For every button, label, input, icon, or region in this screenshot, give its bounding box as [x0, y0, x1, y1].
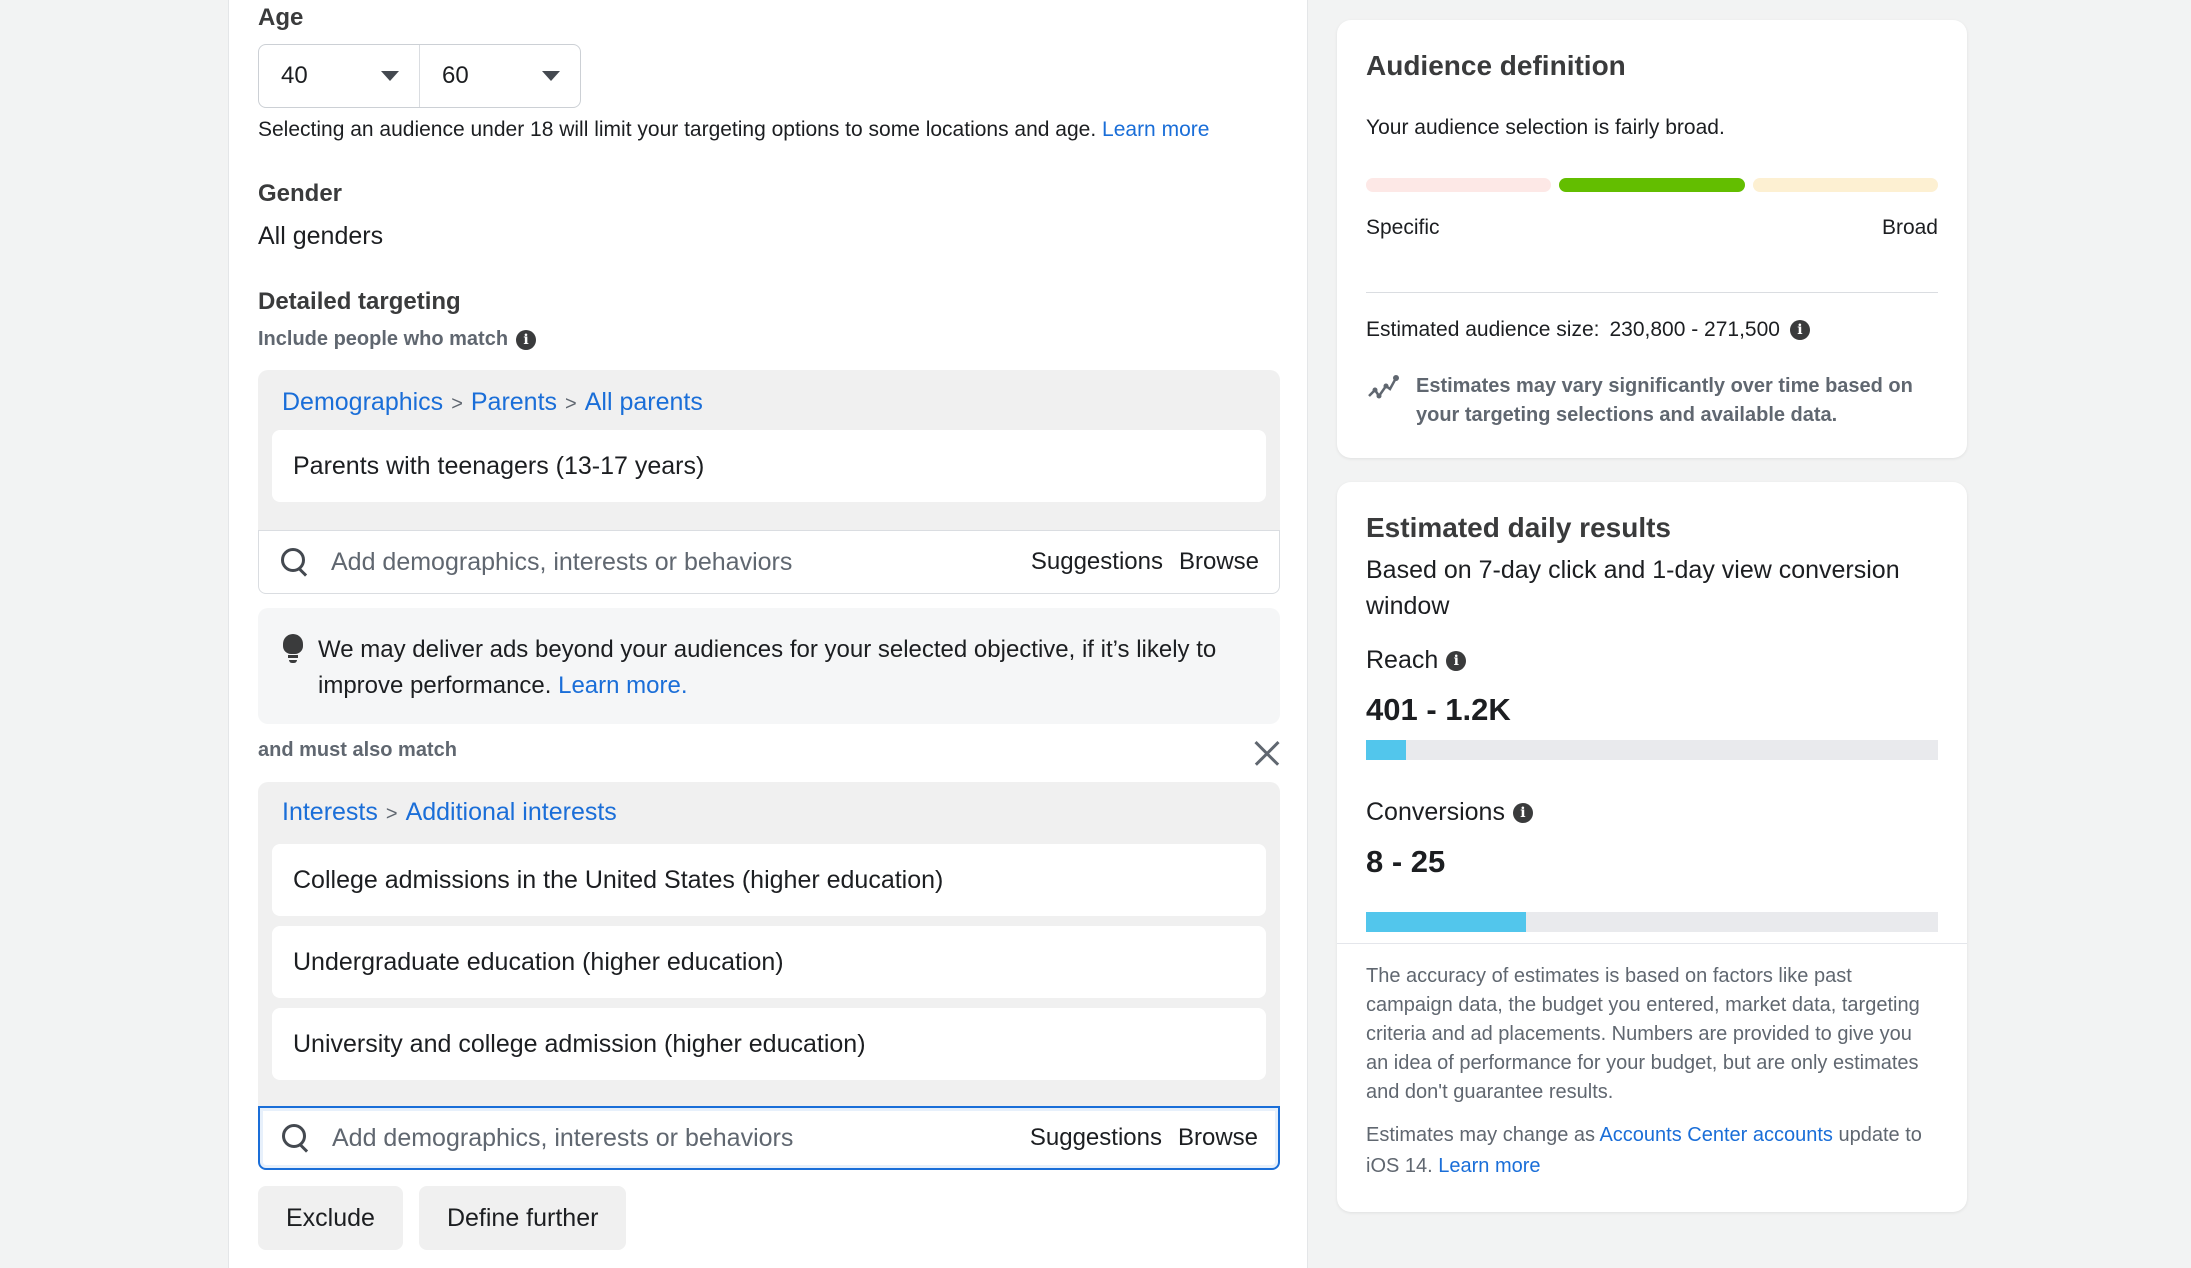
meter-label-broad: Broad: [1881, 216, 1938, 239]
divider: [1366, 292, 1938, 293]
reach-bar: [1366, 740, 1938, 760]
targeting-item[interactable]: Undergraduate education (higher educatio…: [272, 926, 1266, 998]
lightbulb-icon: [282, 634, 304, 666]
conversions-label-text: Conversions: [1366, 798, 1505, 826]
conversions-value: 8 - 25: [1366, 844, 1446, 879]
estimate-variance-note: Estimates may vary significantly over ti…: [1366, 372, 1938, 430]
suggestions-button[interactable]: Suggestions: [1030, 1124, 1162, 1152]
audience-definition-title: Audience definition: [1366, 50, 1626, 81]
age-max-select[interactable]: 60: [419, 45, 580, 107]
daily-results-title: Estimated daily results: [1366, 512, 1672, 543]
audience-size-value: 230,800 - 271,500: [1609, 318, 1780, 341]
targeting-item[interactable]: Parents with teenagers (13-17 years): [272, 430, 1266, 502]
targeting-search-bar: Suggestions Browse: [258, 530, 1280, 594]
breadcrumb-separator: >: [565, 393, 577, 415]
detailed-targeting-label: Detailed targeting: [258, 288, 461, 315]
info-icon[interactable]: i: [516, 329, 537, 350]
info-icon[interactable]: i: [1512, 802, 1533, 823]
include-match-text: Include people who match: [258, 328, 509, 350]
age-note-text: Selecting an audience under 18 will limi…: [258, 118, 1097, 141]
targeting-search-bar-focused: Suggestions Browse: [258, 1106, 1280, 1170]
must-also-match-label: and must also match: [258, 739, 457, 761]
conversions-label: Conversions i: [1366, 798, 1938, 827]
breadcrumb: Demographics > Parents > All parents: [282, 388, 703, 417]
breadcrumb-all-parents[interactable]: All parents: [585, 388, 703, 417]
tip-learn-more-link[interactable]: Learn more.: [558, 672, 687, 699]
breadcrumb-parents[interactable]: Parents: [471, 388, 557, 417]
reach-label-text: Reach: [1366, 646, 1439, 674]
breadcrumb-demographics[interactable]: Demographics: [282, 388, 443, 417]
age-learn-more-link[interactable]: Learn more: [1102, 118, 1209, 141]
suggestions-button[interactable]: Suggestions: [1031, 548, 1163, 576]
info-icon[interactable]: i: [1789, 320, 1810, 340]
ios-learn-more-link[interactable]: Learn more: [1438, 1155, 1540, 1177]
audience-breadth-meter: [1366, 178, 1938, 192]
audience-size-label: Estimated audience size:: [1366, 318, 1600, 341]
tip-text: We may deliver ads beyond your audiences…: [318, 632, 1260, 724]
estimated-daily-results-card: Estimated daily results Based on 7-day c…: [1337, 482, 1967, 1212]
ios-note-prefix: Estimates may change as: [1366, 1124, 1595, 1146]
age-max-value: 60: [442, 62, 469, 89]
age-note: Selecting an audience under 18 will limi…: [258, 118, 1209, 142]
gender-value[interactable]: All genders: [258, 222, 1280, 251]
targeting-item[interactable]: College admissions in the United States …: [272, 844, 1266, 916]
conversions-bar-fill: [1366, 912, 1527, 932]
estimated-audience-size: Estimated audience size: 230,800 - 271,5…: [1366, 318, 1938, 342]
breadcrumb-separator: >: [451, 393, 463, 415]
search-icon: [282, 1124, 310, 1152]
breadcrumb-additional-interests[interactable]: Additional interests: [406, 798, 617, 827]
audience-definition-card: Audience definition Your audience select…: [1337, 20, 1967, 458]
targeting-group-narrow: Interests > Additional interests College…: [258, 782, 1280, 1107]
age-min-select[interactable]: 40: [259, 45, 419, 107]
targeting-search-input[interactable]: [332, 1123, 1014, 1153]
accuracy-disclaimer: The accuracy of estimates is based on fa…: [1366, 965, 1920, 1103]
reach-label: Reach i: [1366, 646, 1938, 675]
breadcrumb: Interests > Additional interests: [282, 798, 617, 827]
meter-labels: Specific Broad: [1366, 216, 1938, 240]
exclude-button[interactable]: Exclude: [258, 1186, 403, 1250]
meter-label-specific: Specific: [1366, 216, 1440, 239]
breadcrumb-separator: >: [385, 803, 398, 825]
define-further-button[interactable]: Define further: [418, 1186, 627, 1250]
age-label: Age: [258, 4, 304, 31]
targeting-group-include: Demographics > Parents > All parents Par…: [258, 370, 1280, 530]
chevron-down-icon: [542, 71, 560, 81]
search-icon: [281, 548, 309, 576]
trend-line-icon: [1368, 375, 1399, 399]
targeting-panel: Age 40 60 Selecting an audience under 18…: [228, 0, 1308, 1268]
close-icon[interactable]: [1254, 740, 1280, 766]
audience-description: Your audience selection is fairly broad.: [1366, 116, 1725, 139]
meter-segment-specific: [1366, 178, 1552, 192]
age-range-selector: 40 60: [258, 44, 581, 108]
accounts-center-link[interactable]: Accounts Center accounts: [1599, 1124, 1832, 1146]
gender-label: Gender: [258, 180, 343, 207]
variance-note-text: Estimates may vary significantly over ti…: [1416, 375, 1913, 426]
ios-note: Estimates may change as Accounts Center …: [1366, 1120, 1938, 1182]
meter-segment-broad: [1752, 178, 1938, 192]
breadcrumb-interests[interactable]: Interests: [282, 798, 378, 827]
meter-segment-middle: [1559, 178, 1745, 192]
browse-button[interactable]: Browse: [1179, 548, 1259, 576]
delivery-tip: We may deliver ads beyond your audiences…: [258, 608, 1280, 724]
chevron-down-icon: [381, 71, 399, 81]
divider: [1337, 943, 1967, 944]
daily-results-subtitle: Based on 7-day click and 1-day view conv…: [1366, 556, 1900, 620]
include-match-label: Include people who match i: [258, 328, 1280, 351]
reach-value: 401 - 1.2K: [1366, 692, 1511, 727]
info-icon[interactable]: i: [1446, 650, 1467, 671]
browse-button[interactable]: Browse: [1178, 1124, 1258, 1152]
conversions-bar: [1366, 912, 1938, 932]
age-min-value: 40: [281, 62, 308, 89]
targeting-actions: Exclude Define further: [258, 1186, 627, 1250]
tip-message: We may deliver ads beyond your audiences…: [318, 636, 1217, 699]
targeting-item[interactable]: University and college admission (higher…: [272, 1008, 1266, 1080]
targeting-content: Age 40 60 Selecting an audience under 18…: [258, 0, 1280, 1268]
targeting-search-input[interactable]: [331, 547, 1015, 577]
reach-bar-fill: [1366, 740, 1407, 760]
